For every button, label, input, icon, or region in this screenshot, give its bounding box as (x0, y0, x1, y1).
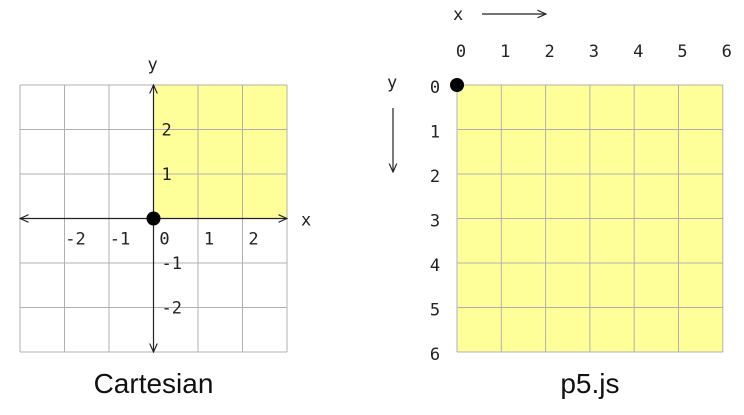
coordinate-systems-diagram: -2 -1 0 1 2 2 1 -1 -2 x y Cartesian 0 1 2 3 4 5 6 0 1 2… (0, 5, 732, 399)
p5js-x-axis-label: x (453, 5, 463, 25)
p5js-y-tick-label: 2 (430, 167, 440, 187)
p5js-x-tick-label: 3 (589, 42, 599, 62)
p5js-y-tick-label: 3 (430, 212, 440, 232)
p5js-panel: 0 1 2 3 4 5 6 0 1 2 3 4 5 6 x y p5.js (387, 5, 732, 399)
p5js-x-tick-labels: 0 1 2 3 4 5 6 (456, 42, 732, 62)
p5js-caption: p5.js (560, 368, 619, 399)
p5js-y-axis-label: y (387, 73, 397, 93)
cartesian-x-tick-label: -1 (110, 230, 130, 250)
p5js-x-tick-label: 0 (456, 42, 466, 62)
cartesian-y-tick-label: 1 (162, 165, 172, 185)
p5js-x-tick-label: 6 (722, 42, 732, 62)
cartesian-panel: -2 -1 0 1 2 2 1 -1 -2 x y Cartesian (20, 55, 311, 399)
cartesian-x-tick-label: 2 (248, 230, 258, 250)
cartesian-y-axis-label: y (148, 55, 158, 75)
p5js-x-tick-label: 5 (677, 42, 687, 62)
cartesian-y-tick-label: 2 (162, 121, 172, 141)
p5js-x-tick-label: 1 (500, 42, 510, 62)
p5js-y-tick-label: 6 (430, 345, 440, 365)
cartesian-x-axis-label: x (301, 211, 311, 231)
cartesian-x-tick-label: 0 (159, 230, 169, 250)
p5js-x-tick-label: 2 (544, 42, 554, 62)
p5js-origin-dot (450, 78, 464, 92)
p5js-y-tick-label: 1 (430, 123, 440, 143)
p5js-y-tick-label: 0 (430, 78, 440, 98)
cartesian-caption: Cartesian (94, 368, 214, 399)
cartesian-y-tick-label: -2 (162, 299, 182, 319)
p5js-x-tick-label: 4 (633, 42, 643, 62)
cartesian-x-tick-labels: -2 -1 0 1 2 (65, 230, 258, 250)
cartesian-origin-dot (146, 211, 161, 226)
p5js-y-tick-label: 5 (430, 301, 440, 321)
cartesian-y-tick-label: -1 (162, 254, 182, 274)
cartesian-x-tick-label: 1 (204, 230, 214, 250)
cartesian-x-tick-label: -2 (65, 230, 85, 250)
p5js-y-tick-labels: 0 1 2 3 4 5 6 (430, 78, 440, 365)
p5js-y-tick-label: 4 (430, 256, 440, 276)
cartesian-first-quadrant-highlight (153, 85, 287, 219)
